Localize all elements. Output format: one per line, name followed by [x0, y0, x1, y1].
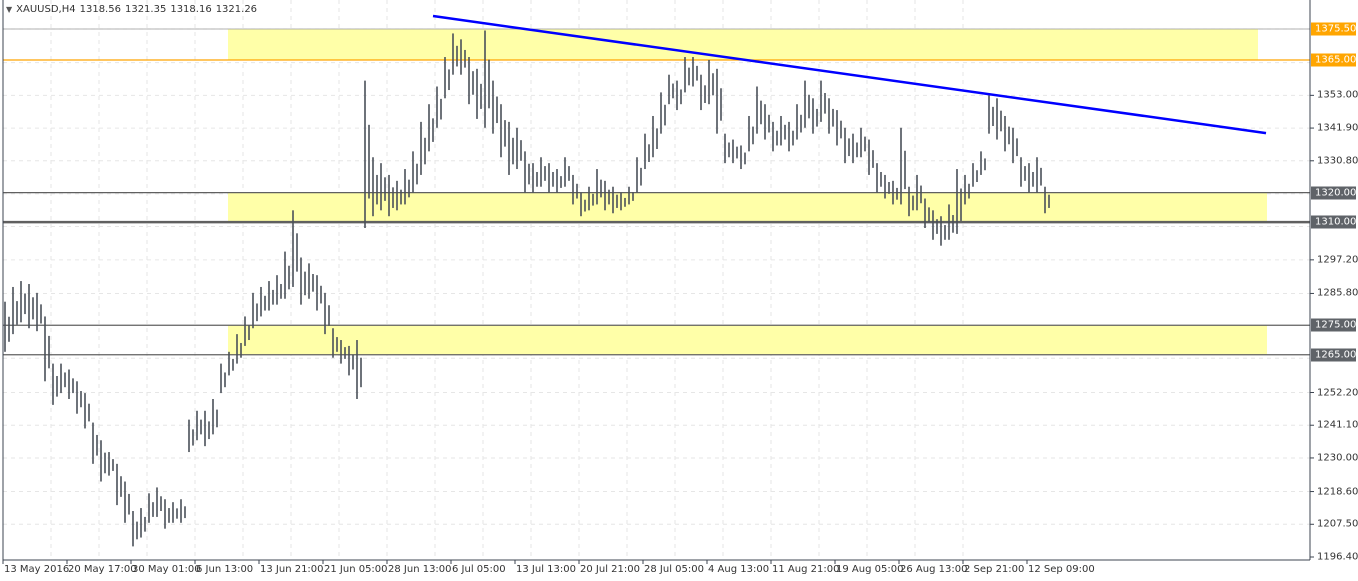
- open-value: 1318.56: [79, 4, 121, 15]
- y-tick-label: 1252.20: [1317, 387, 1358, 398]
- x-tick-label: 13 Jun 21:00: [260, 564, 324, 575]
- dropdown-triangle-icon[interactable]: ▼: [6, 5, 12, 14]
- x-tick-label: 19 Aug 05:00: [836, 564, 904, 575]
- x-tick-label: 28 Jul 05:00: [644, 564, 704, 575]
- y-tick-label: 1297.20: [1317, 254, 1358, 266]
- x-tick-label: 13 Jul 13:00: [516, 564, 576, 575]
- x-tick-label: 6 Jul 05:00: [452, 564, 506, 575]
- x-tick-label: 12 Sep 09:00: [1028, 564, 1095, 575]
- x-tick-label: 30 May 01:00: [132, 564, 201, 575]
- support-resistance-zone: [228, 325, 1267, 355]
- x-tick-label: 4 Aug 13:00: [708, 564, 770, 575]
- symbol-label: XAUUSD,H4: [16, 4, 76, 15]
- x-tick-label: 28 Jun 13:00: [388, 564, 452, 575]
- y-tick-label: 1330.80: [1317, 155, 1358, 167]
- low-value: 1318.16: [170, 4, 212, 15]
- x-tick-label: 13 May 2016: [4, 564, 70, 575]
- x-tick-label: 21 Jun 05:00: [324, 564, 388, 575]
- price-chart[interactable]: [0, 0, 1358, 581]
- chart-header: ▼ XAUUSD,H4 1318.56 1321.35 1318.16 1321…: [6, 4, 257, 15]
- y-tick-label: 1353.00: [1317, 89, 1358, 101]
- high-value: 1321.35: [124, 4, 167, 15]
- x-tick-label: 6 Jun 13:00: [196, 564, 254, 575]
- x-tick-label: 20 Jul 21:00: [580, 564, 640, 575]
- x-tick-label: 2 Sep 21:00: [964, 564, 1025, 575]
- y-tick-label: 1241.10: [1317, 419, 1358, 431]
- price-level-badge: 1365.00: [1311, 53, 1356, 67]
- y-tick-label: 1285.80: [1317, 287, 1358, 299]
- y-tick-label: 1341.90: [1317, 122, 1358, 134]
- x-tick-label: 11 Aug 21:00: [772, 564, 840, 575]
- support-resistance-zone: [228, 192, 1267, 223]
- support-resistance-zone: [228, 29, 1258, 60]
- y-tick-label: 1218.60: [1317, 486, 1358, 498]
- price-level-badge: 1310.00: [1311, 215, 1356, 229]
- y-tick-label: 1207.50: [1317, 518, 1358, 530]
- price-level-badge: 1375.50: [1311, 22, 1356, 36]
- close-value: 1321.26: [215, 4, 258, 15]
- price-level-badge: 1265.00: [1311, 348, 1356, 362]
- x-tick-label: 20 May 17:00: [68, 564, 137, 575]
- price-level-badge: 1320.00: [1311, 186, 1356, 200]
- price-level-badge: 1275.00: [1311, 318, 1356, 332]
- x-tick-label: 26 Aug 13:00: [900, 564, 968, 575]
- y-tick-label: 1196.40: [1317, 551, 1358, 563]
- y-tick-label: 1230.00: [1317, 452, 1358, 464]
